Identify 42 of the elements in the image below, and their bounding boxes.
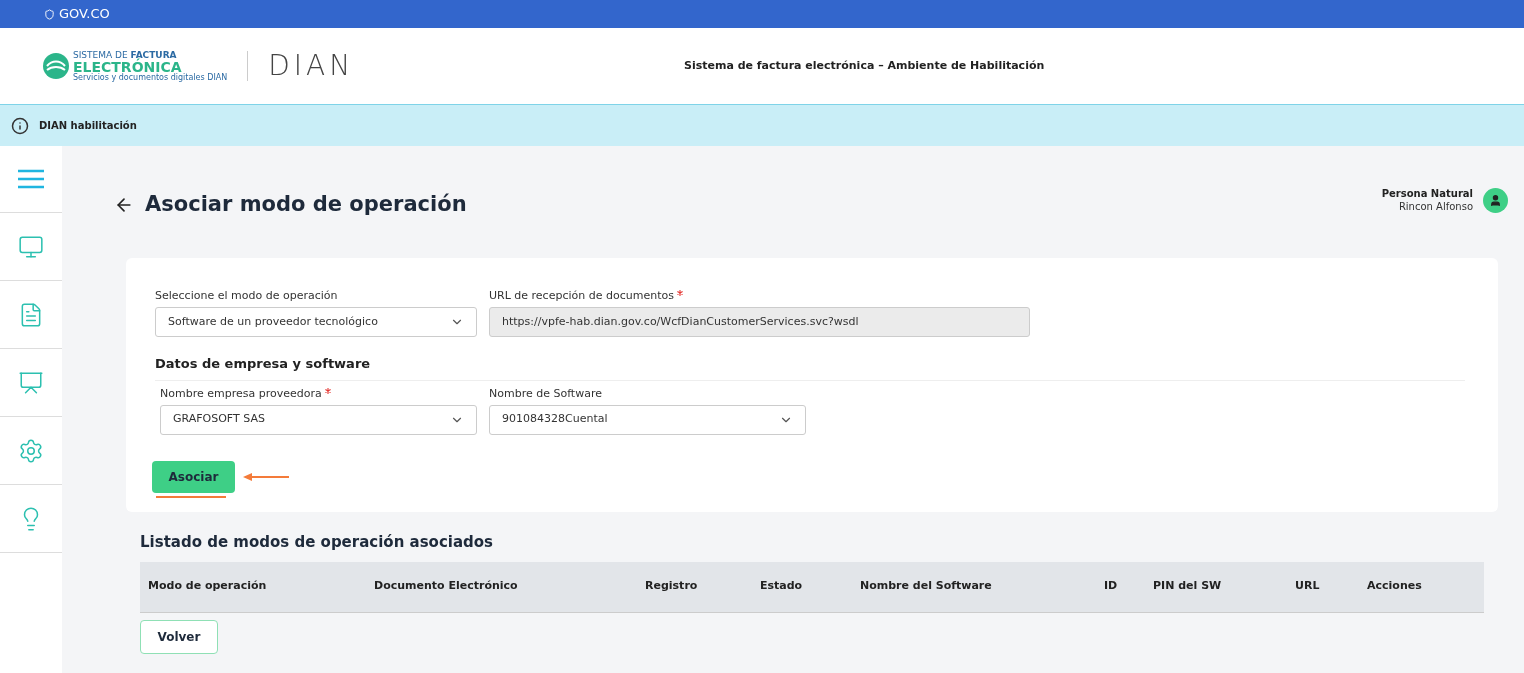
column-header: Documento Electrónico <box>374 578 519 595</box>
user-icon <box>1489 193 1502 207</box>
annotation-arrow <box>243 472 289 482</box>
url-field[interactable]: https://vpfe-hab.dian.gov.co/WcfDianCustomerServices.svc?wsdl <box>489 307 1030 337</box>
column-header: Registro <box>645 578 699 595</box>
logo-subtitle: ELECTRÓNICA <box>73 59 182 74</box>
logo-tagline: Servicios y documentos digitales DIAN <box>73 73 228 82</box>
header-title: Sistema de factura electrónica – Ambiente de Habilitación <box>684 57 1045 74</box>
monitor-icon[interactable] <box>18 233 44 260</box>
column-header: PIN del SW <box>1153 578 1223 595</box>
section-title: Datos de empresa y software <box>155 354 1465 381</box>
back-button[interactable]: Volver <box>140 619 218 654</box>
logo-title: SISTEMA DE FACTURA <box>73 50 177 60</box>
column-header: Nombre del Software <box>860 578 993 595</box>
column-header: Estado <box>760 578 804 595</box>
user-avatar[interactable] <box>1483 187 1508 213</box>
user-role: Persona Natural <box>1381 187 1473 200</box>
globe-logo-icon <box>42 52 70 80</box>
field-label: Nombre de Software <box>489 385 602 402</box>
user-name: Rincon Alfonso <box>1397 200 1473 213</box>
field-label: Seleccione el modo de operación <box>155 288 338 304</box>
brand-link[interactable]: GOV.CO <box>59 4 110 24</box>
shield-icon <box>44 8 55 20</box>
dian-logo: DIAN <box>268 48 355 84</box>
page-title: Asociar modo de operación <box>145 191 467 218</box>
column-header: ID <box>1104 578 1119 595</box>
field-label: Nombre empresa proveedora <box>160 385 322 402</box>
associate-button[interactable]: Asociar <box>152 460 235 493</box>
column-header: Acciones <box>1367 578 1423 595</box>
select-field[interactable]: GRAFOSOFT SAS <box>160 404 477 435</box>
field-label: URL de recepción de documentos <box>489 288 674 304</box>
highlight-underline <box>156 495 226 498</box>
select-field[interactable]: 901084328Cuental <box>489 404 806 435</box>
column-header: Modo de operación <box>148 578 268 595</box>
menu-icon[interactable] <box>18 169 44 189</box>
list-title: Listado de modos de operación asociados <box>140 532 495 553</box>
info-icon <box>11 116 29 135</box>
column-header: URL <box>1295 578 1321 595</box>
settings-icon[interactable] <box>18 437 44 464</box>
presentation-icon[interactable] <box>18 369 44 396</box>
select-field[interactable]: Software de un proveedor tecnológico <box>155 307 477 337</box>
info-text: DIAN habilitación <box>39 119 137 133</box>
